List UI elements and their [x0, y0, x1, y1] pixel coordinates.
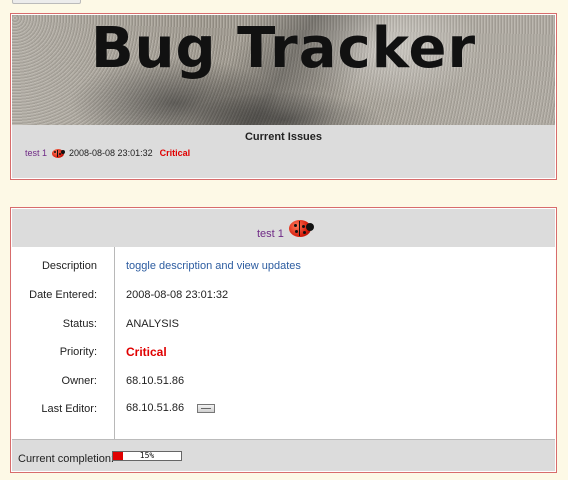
description-label: Description	[41, 260, 97, 272]
description-toggle-link[interactable]: toggle description and view updates	[126, 260, 301, 272]
current-issues-section: Current Issues test 1 2008-08-08 23:01:3…	[12, 125, 555, 178]
ladybug-icon	[288, 217, 316, 239]
last-editor-value: 68.10.51.86	[126, 402, 185, 414]
completion-label: Current completion:	[18, 453, 114, 465]
owner-value: 68.10.51.86	[126, 375, 185, 387]
issue-link[interactable]: test 1	[25, 148, 47, 158]
completion-progress-bar: 15%	[112, 451, 182, 461]
completion-footer: Current completion: 15%	[12, 439, 555, 471]
header-panel: Bug Tracker Current Issues test 1 2008-0…	[10, 13, 557, 180]
issue-row[interactable]: test 1 2008-08-08 23:01:32 Critical	[25, 147, 190, 159]
date-entered-value: 2008-08-08 23:01:32	[126, 289, 229, 301]
owner-label: Owner:	[61, 375, 97, 387]
bug-detail-fields: Description toggle description and view …	[12, 247, 555, 440]
top-button[interactable]	[12, 0, 81, 4]
issue-timestamp: 2008-08-08 23:01:32	[69, 148, 153, 158]
status-label: Status:	[62, 318, 97, 330]
bug-detail-header: test 1	[12, 209, 555, 248]
status-value: ANALYSIS	[126, 318, 179, 330]
progress-percent-text: 15%	[139, 451, 155, 460]
date-entered-label: Date Entered:	[29, 289, 97, 301]
last-editor-row: 68.10.51.86	[126, 402, 216, 414]
priority-label: Priority:	[59, 346, 97, 358]
ladybug-icon	[50, 147, 66, 159]
bug-detail-panel: test 1 Description toggle description an…	[10, 207, 557, 473]
bug-title: test 1	[257, 228, 284, 240]
current-issues-heading: Current Issues	[244, 131, 323, 143]
app-title: Bug Tracker	[90, 16, 477, 81]
field-divider	[114, 247, 115, 440]
last-editor-label: Last Editor:	[41, 403, 97, 415]
issue-priority: Critical	[159, 148, 191, 158]
edit-icon[interactable]	[197, 403, 216, 413]
priority-value: Critical	[126, 345, 167, 359]
